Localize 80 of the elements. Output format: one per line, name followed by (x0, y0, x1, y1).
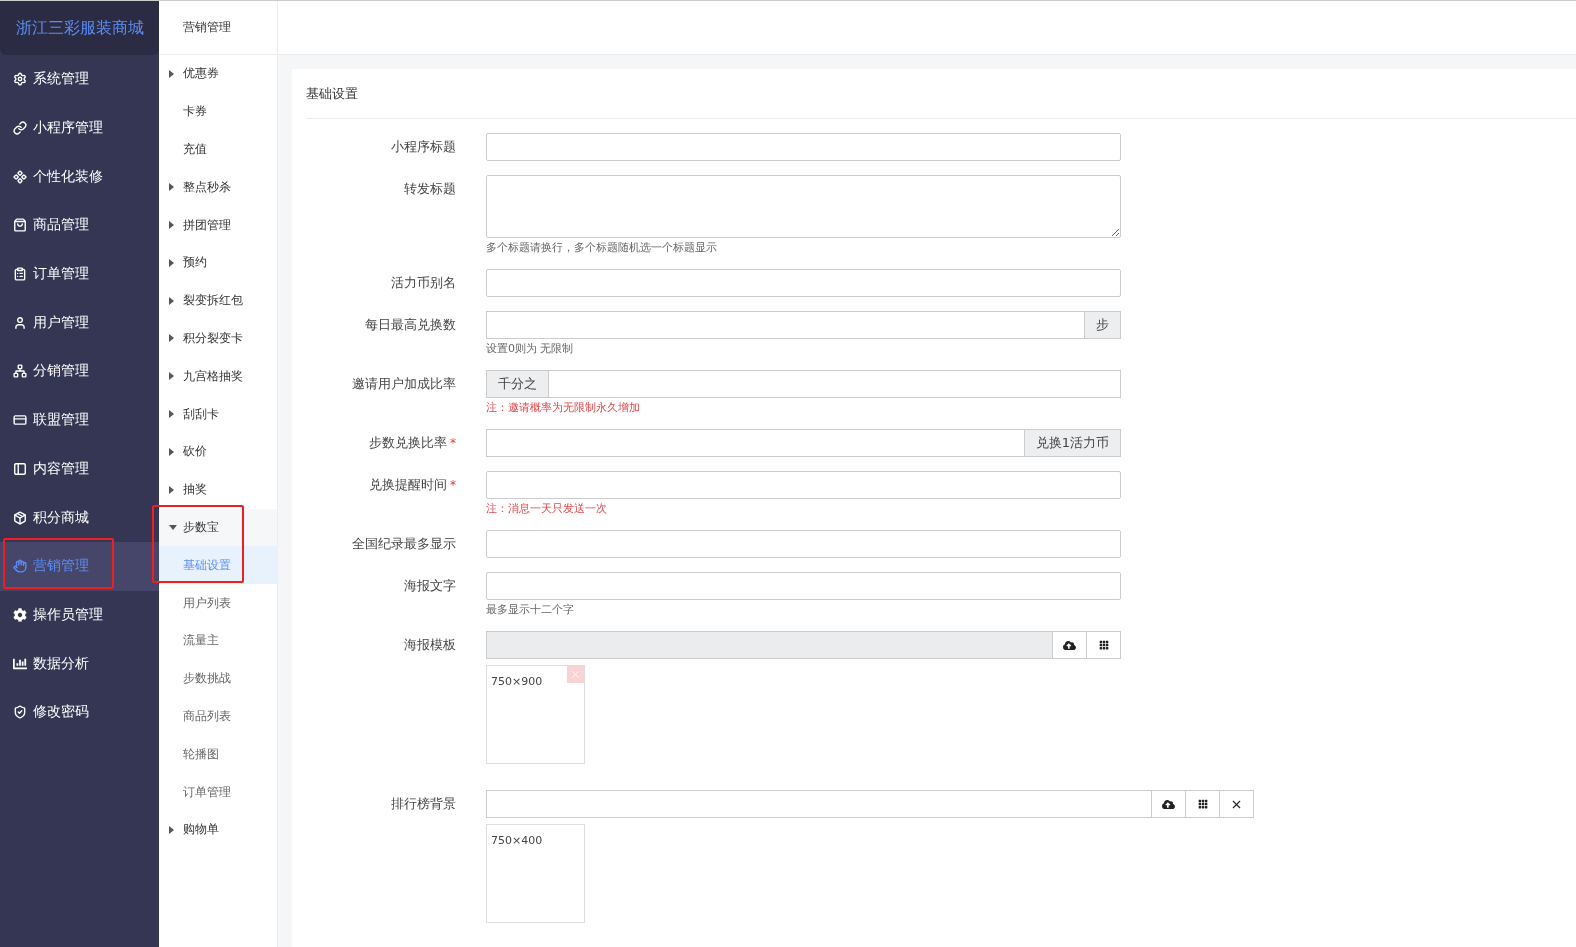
clipboard-icon (13, 267, 27, 282)
sidebar-item[interactable]: 修改密码 (0, 687, 159, 737)
cloud-upload-icon (1063, 638, 1076, 652)
caret-icon (169, 183, 174, 192)
sidebar-item[interactable]: 分销管理 (0, 347, 159, 396)
field-hint: 设置0则为 无限制 (486, 341, 574, 356)
field-label: 邀请用户加成比率 (351, 375, 456, 393)
grid-icon (1098, 640, 1109, 650)
text-field[interactable] (486, 311, 1085, 339)
sidebar-item[interactable]: 订单管理 (0, 249, 159, 299)
link-icon (13, 121, 27, 136)
sidebar-item[interactable]: 内容管理 (0, 444, 159, 494)
field-label: 兑换提醒时间 * (368, 476, 456, 494)
input-addon: 步 (1085, 311, 1121, 339)
submenu-group[interactable]: 步数宝 (159, 508, 277, 547)
input-addon: 兑换1活力币 (1024, 429, 1121, 457)
field-label: 海报模板 (403, 636, 456, 654)
field-label: 小程序标题 (390, 138, 456, 156)
brand-title: 浙江三彩服装商城 (0, 1, 159, 55)
settings-icon (13, 72, 27, 87)
caret-icon (169, 69, 174, 78)
sidebar-item[interactable]: 操作员管理 (0, 590, 159, 640)
hand-icon (13, 559, 27, 574)
grid-icon (1197, 799, 1208, 809)
field-label: 全国纪录最多显示 (351, 535, 456, 553)
gallery-button[interactable] (1186, 790, 1220, 818)
shield-check-icon (13, 705, 27, 720)
field-label: 步数兑换比率 * (368, 434, 456, 452)
field-label: 排行榜背景 (390, 795, 456, 813)
field-hint: 多个标题请换行，多个标题随机选一个标题显示 (486, 240, 717, 255)
sidebar-item[interactable]: 联盟管理 (0, 395, 159, 445)
panel-icon (13, 461, 27, 476)
sidebar-item[interactable]: 系统管理 (0, 55, 159, 104)
bag-icon (13, 218, 27, 233)
cloud-upload-icon (1162, 797, 1175, 811)
text-field[interactable] (486, 429, 1025, 457)
sidebar-item[interactable]: 积分商城 (0, 493, 159, 542)
sidebar-item[interactable]: 小程序管理 (0, 103, 159, 153)
caret-icon (169, 485, 174, 494)
sidebar-item[interactable]: 数据分析 (0, 639, 159, 688)
text-field[interactable] (486, 572, 1121, 600)
caret-icon (169, 525, 177, 531)
upload-button[interactable] (1152, 790, 1186, 818)
bar-chart-icon (13, 656, 27, 671)
sidebar-item[interactable]: 用户管理 (0, 298, 159, 348)
field-hint: 最多显示十二个字 (486, 602, 574, 617)
caret-icon (169, 334, 174, 343)
field-label: 转发标题 (403, 180, 456, 198)
text-field[interactable] (486, 269, 1121, 297)
caret-icon (169, 447, 174, 456)
thumbnail-size: 750×400 (491, 834, 543, 847)
user-icon (13, 315, 27, 330)
sidebar-item[interactable]: 商品管理 (0, 201, 159, 250)
caret-icon (169, 410, 174, 419)
text-field[interactable] (548, 370, 1121, 398)
shapes-icon (13, 169, 27, 184)
card-title: 基础设置 (306, 69, 1576, 119)
text-field[interactable] (486, 530, 1121, 558)
thumbnail-size: 750×900 (491, 675, 543, 688)
caret-icon (169, 221, 174, 230)
field-hint: 注：消息一天只发送一次 (486, 501, 607, 516)
caret-icon (169, 372, 174, 381)
field-label: 海报文字 (403, 577, 456, 595)
gear-icon (13, 607, 27, 622)
network-icon (13, 364, 27, 379)
text-field[interactable] (486, 471, 1121, 499)
textarea-field[interactable] (486, 175, 1121, 238)
caret-icon (169, 296, 174, 305)
field-label: 活力币别名 (390, 274, 456, 292)
image-path-field[interactable] (486, 790, 1152, 818)
close-icon (570, 669, 581, 680)
text-field[interactable] (486, 133, 1121, 161)
card-icon (13, 413, 27, 428)
field-label: 每日最高兑换数 (364, 316, 456, 334)
caret-icon (169, 258, 174, 267)
box-icon (13, 510, 27, 525)
caret-icon (169, 825, 174, 834)
input-addon: 千分之 (486, 370, 548, 398)
sidebar-item[interactable]: 个性化装修 (0, 152, 159, 202)
field-hint: 注：邀请概率为无限制永久增加 (486, 400, 640, 415)
